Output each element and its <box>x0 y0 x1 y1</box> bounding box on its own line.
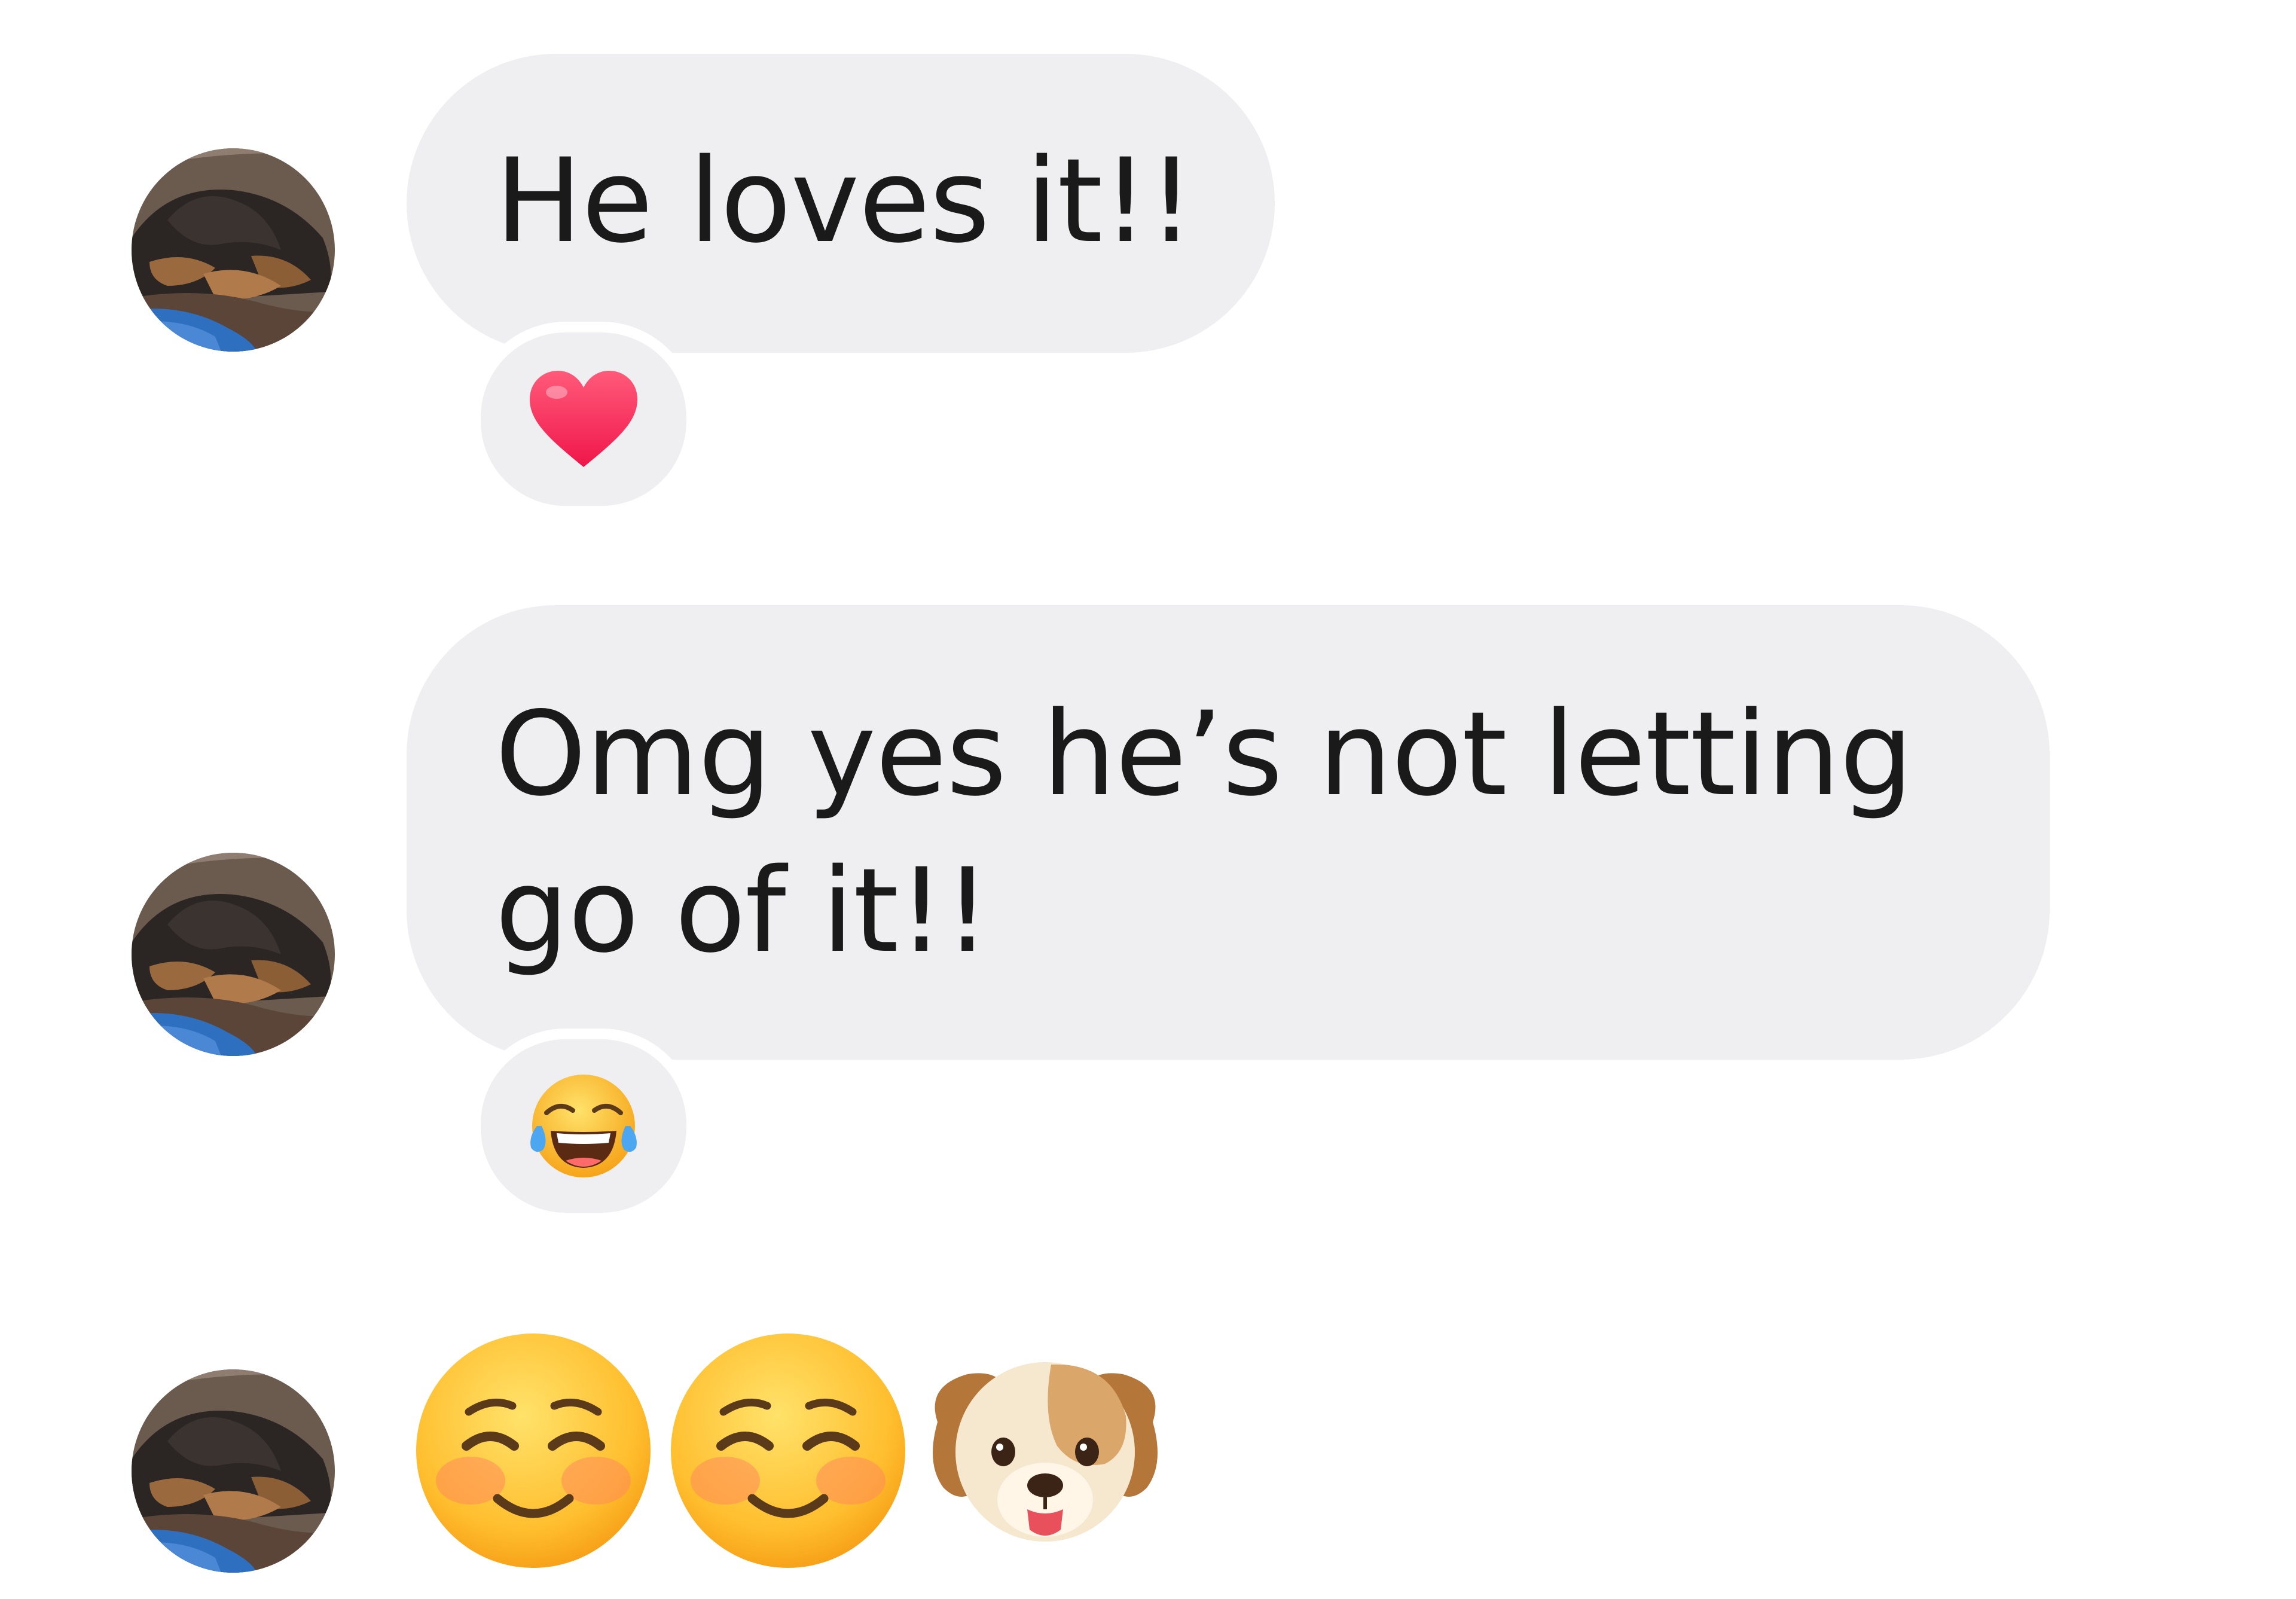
dog-photo-avatar-image <box>132 1369 335 1573</box>
dog-photo-avatar-image <box>132 853 335 1056</box>
heart-emoji-icon <box>530 371 637 467</box>
tears-of-joy-emoji-icon <box>530 1075 637 1177</box>
sender-avatar[interactable] <box>132 1369 335 1573</box>
smiling-face-emoji-icon[interactable] <box>668 1331 908 1570</box>
sender-avatar[interactable] <box>132 148 335 352</box>
message-bubble[interactable]: He loves it!! <box>407 54 1275 353</box>
message-reaction[interactable] <box>470 1029 697 1223</box>
message-text-line-1: Omg yes he’s not letting <box>495 686 1913 822</box>
message-text-line-2: go of it!! <box>495 843 991 978</box>
dog-face-emoji-icon[interactable] <box>914 1350 1177 1566</box>
smiling-face-emoji-icon[interactable] <box>414 1331 653 1570</box>
message-reaction[interactable] <box>470 322 697 517</box>
message-bubble[interactable]: Omg yes he’s not letting go of it!! <box>407 605 2050 1060</box>
sender-avatar[interactable] <box>132 853 335 1056</box>
dog-photo-avatar-image <box>132 148 335 352</box>
message-text: He loves it!! <box>495 133 1195 268</box>
